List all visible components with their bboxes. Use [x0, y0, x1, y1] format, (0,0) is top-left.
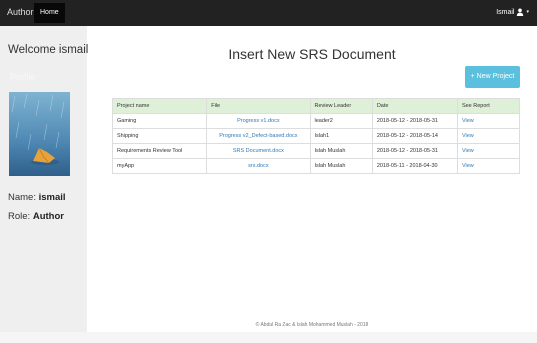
user-icon: [517, 8, 524, 16]
table-row: myApp srs.docx Islah Muslah 2018-05-11 -…: [111, 158, 521, 174]
footer-copyright: © Abdul Ra Zac & Islah Mohammed Muslah -…: [255, 322, 369, 328]
file-link[interactable]: Progress v2_Defect-based.docx: [219, 133, 297, 139]
table-header-row: Project name File Review Leader Date See…: [111, 98, 521, 114]
review-leader-cell: leader2: [309, 113, 373, 129]
footer-band: [0, 332, 537, 343]
date-cell: 2018-05-11 - 2018-04-30: [371, 158, 458, 174]
view-report-link[interactable]: View: [462, 148, 474, 154]
file-cell: srs.docx: [206, 158, 311, 174]
role-label: Role:: [8, 211, 31, 222]
page-title: Insert New SRS Document: [228, 46, 396, 62]
column-header-review-leader: Review Leader: [309, 98, 373, 114]
project-name-cell: myApp: [111, 158, 208, 174]
column-header-see-report: See Report: [456, 98, 521, 114]
chevron-down-icon: ▾: [526, 9, 529, 15]
role-line: Role: Author: [8, 211, 64, 222]
profile-label: Profile: [10, 72, 36, 82]
table-row: Shipping Progress v2_Defect-based.docx I…: [111, 128, 521, 144]
review-leader-cell: Islah Muslah: [309, 143, 373, 159]
sidebar: Welcome ismail Profile Name: ismail Role…: [0, 26, 89, 343]
date-cell: 2018-05-12 - 2018-05-14: [371, 128, 458, 144]
table-row: Gaming Progress v1.docx leader2 2018-05-…: [111, 113, 521, 129]
user-menu-label: Ismail: [496, 8, 515, 16]
file-link[interactable]: srs.docx: [248, 163, 268, 169]
file-link[interactable]: Progress v1.docx: [237, 118, 280, 124]
file-cell: Progress v2_Defect-based.docx: [206, 128, 311, 144]
welcome-text: Welcome ismail: [8, 44, 89, 56]
navbar-brand[interactable]: Author: [7, 7, 34, 17]
user-menu-dropdown[interactable]: Ismail ▾: [496, 8, 529, 16]
date-cell: 2018-05-12 - 2018-05-31: [371, 113, 458, 129]
srs-documents-table: Project name File Review Leader Date See…: [111, 98, 521, 174]
view-report-link[interactable]: View: [462, 133, 474, 139]
main-content: Insert New SRS Document + New Project Pr…: [87, 26, 537, 343]
table-row: Requirements Review Tool SRS Document.do…: [111, 143, 521, 159]
nav-home-tab[interactable]: Home: [34, 3, 65, 23]
review-leader-cell: Islah1: [309, 128, 373, 144]
name-line: Name: ismail: [8, 192, 66, 203]
file-cell: Progress v1.docx: [206, 113, 311, 129]
see-report-cell: View: [456, 113, 521, 129]
file-link[interactable]: SRS Document.docx: [233, 148, 284, 154]
see-report-cell: View: [456, 128, 521, 144]
new-project-button[interactable]: + New Project: [465, 66, 520, 88]
column-header-file: File: [206, 98, 311, 114]
review-leader-cell: Islah Muslah: [309, 158, 373, 174]
profile-image: [9, 92, 70, 176]
see-report-cell: View: [456, 158, 521, 174]
see-report-cell: View: [456, 143, 521, 159]
top-navbar: Author Home Ismail ▾: [0, 0, 537, 26]
project-name-cell: Shipping: [111, 128, 208, 144]
view-report-link[interactable]: View: [462, 118, 474, 124]
name-value: ismail: [38, 192, 66, 203]
date-cell: 2018-05-12 - 2018-05-31: [371, 143, 458, 159]
column-header-project-name: Project name: [111, 98, 208, 114]
role-value: Author: [32, 211, 64, 222]
project-name-cell: Gaming: [111, 113, 208, 129]
column-header-date: Date: [371, 98, 458, 114]
file-cell: SRS Document.docx: [206, 143, 311, 159]
name-label: Name:: [8, 192, 36, 203]
project-name-cell: Requirements Review Tool: [111, 143, 208, 159]
view-report-link[interactable]: View: [462, 163, 474, 169]
